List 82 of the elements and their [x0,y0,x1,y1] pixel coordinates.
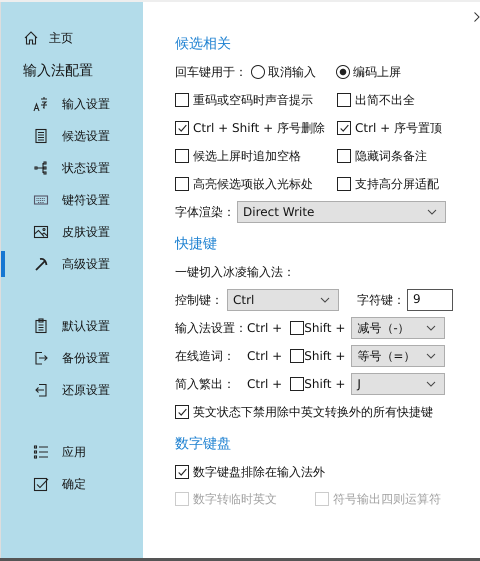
section-heading: 数字键盘 [175,435,232,454]
checkbox-label: Ctrl + 序号置顶 [355,120,442,136]
caret-icon [426,353,436,359]
field-label: 字体渲染： [175,204,235,220]
checkbox-label: 符号输出四则运算符 [333,490,441,508]
tree-icon [33,160,49,176]
key-label: Ctrl + [247,377,282,391]
checkbox[interactable] [337,121,351,135]
checkbox[interactable] [337,149,351,163]
nav-item[interactable]: 候选设置 [1,123,143,149]
caret-icon [320,297,330,303]
checkbox[interactable] [175,177,189,191]
key-label: Shift + [304,349,346,363]
checkbox-label: 隐藏词条备注 [355,148,427,164]
home-icon [23,30,39,46]
radio-label: 取消输入 [268,64,316,80]
checkbox[interactable] [175,121,189,135]
field-label: 回车键用于： [175,64,247,80]
field-label: 控制键： [175,292,223,308]
checkbox[interactable] [337,93,351,107]
field-label: 字符键： [357,292,405,308]
key-dropdown[interactable]: 等号（=） [351,345,446,367]
clipboard-icon [33,318,49,334]
checkbox[interactable] [175,465,189,479]
checkbox-label: 重码或空码时声音提示 [193,92,313,108]
nav-item[interactable]: 高级设置 [1,251,143,277]
key-label: Shift + [304,321,346,335]
control-key-dropdown[interactable]: Ctrl [227,289,339,311]
caret-icon [426,381,436,387]
key-label: Shift + [304,377,346,391]
nav-item[interactable]: 输入设置 [1,91,143,117]
checkbox-label: 数字转临时英文 [193,490,277,508]
checkbox[interactable] [175,405,189,419]
home-item[interactable]: 主页 [1,25,143,51]
key-dropdown[interactable]: J [351,373,446,395]
font-icon [33,96,49,112]
nav-item[interactable]: 状态设置 [1,155,143,181]
list-icon [33,444,49,460]
nav-item[interactable]: 皮肤设置 [1,219,143,245]
field-label: 简入繁出： [175,376,236,392]
image-icon [33,224,49,240]
nav-item[interactable]: 键符设置 [1,187,143,213]
checkbox[interactable] [290,321,304,335]
field-label: 输入法设置： [175,320,247,336]
section-heading: 快捷键 [175,235,218,254]
key-label: Ctrl + [247,349,282,363]
checkbox[interactable] [175,93,189,107]
action-item[interactable]: 确定 [1,471,143,497]
nav-item[interactable]: 默认设置 [1,313,143,339]
radio-button[interactable] [336,65,350,79]
checkbox-label: 高亮候选项嵌入光标处 [193,176,313,192]
radio-label: 编码上屏 [353,64,401,80]
radio-button[interactable] [251,65,265,79]
checkbox-label: 支持高分屏适配 [355,176,439,192]
checkbox-icon [33,476,49,492]
font-render-dropdown[interactable]: Direct Write [237,201,446,223]
close-icon[interactable] [474,12,480,22]
caret-icon [427,209,437,215]
checkbox-label: 候选上屏时追加空格 [193,148,301,164]
checkbox-label: Ctrl + Shift + 序号删除 [193,120,325,136]
checkbox-label: 出简不出全 [355,92,415,108]
import-icon [33,382,49,398]
section-heading: 候选相关 [175,35,232,54]
nav-item[interactable]: 备份设置 [1,345,143,371]
checkbox[interactable] [290,377,304,391]
checkbox[interactable] [175,149,189,163]
pickaxe-icon [33,256,49,272]
checkbox-label: 英文状态下禁用除中英文转换外的所有快捷键 [193,404,433,420]
field-label: 在线造词： [175,348,236,364]
export-icon [33,350,49,366]
document-icon [33,128,49,144]
char-key-field[interactable]: 9 [407,289,453,311]
field-label: 一键切入冰凌输入法： [175,264,295,280]
action-item[interactable]: 应用 [1,439,143,465]
nav-item[interactable]: 还原设置 [1,377,143,403]
key-label: Ctrl + [247,321,282,335]
checkbox[interactable] [290,349,304,363]
checkbox[interactable] [337,177,351,191]
checkbox-label: 数字键盘排除在输入法外 [193,464,325,480]
section-title: 输入法配置 [22,62,94,81]
caret-icon [426,325,436,331]
key-dropdown[interactable]: 减号（-） [351,317,446,339]
